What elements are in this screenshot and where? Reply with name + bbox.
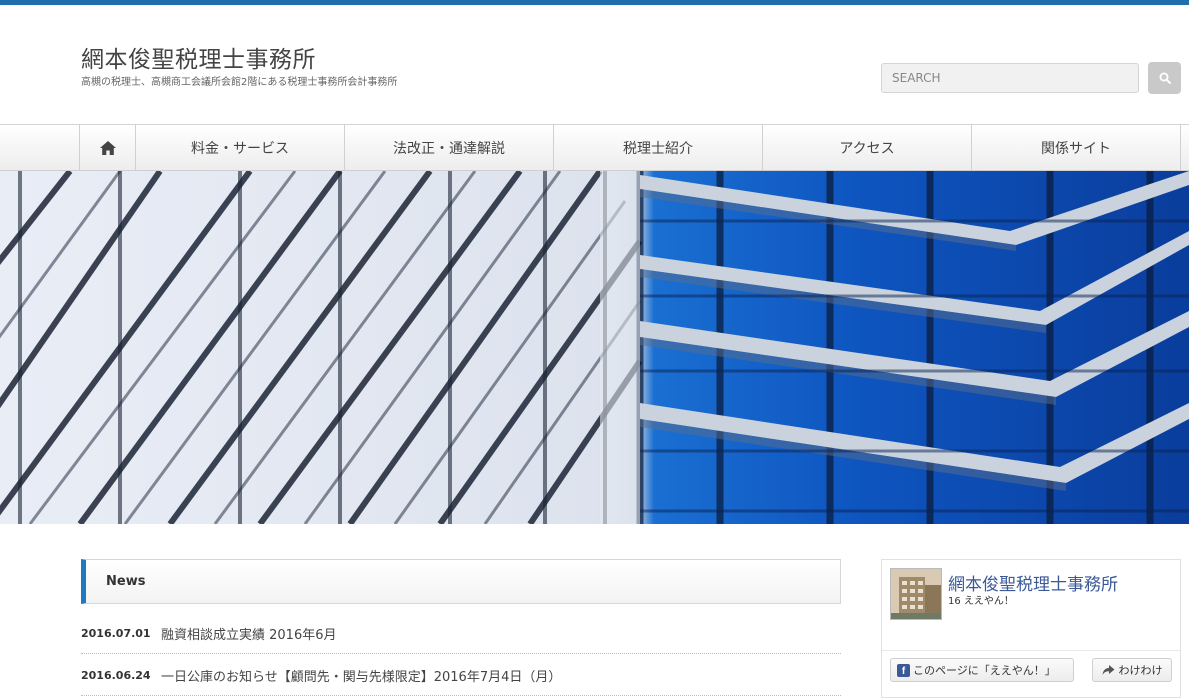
facebook-like-button[interactable]: f このページに「ええやん！」 xyxy=(890,658,1074,682)
share-arrow-icon xyxy=(1102,664,1114,675)
main-navigation: 料金・サービス 法改正・通達解説 税理士紹介 アクセス 関係サイト xyxy=(0,124,1189,171)
facebook-like-label: このページに「ええやん！」 xyxy=(913,664,1056,677)
nav-item-label: 法改正・通達解説 xyxy=(393,140,505,157)
top-accent-bar xyxy=(0,0,1189,5)
nav-item-services[interactable]: 料金・サービス xyxy=(135,125,344,170)
news-list-item[interactable]: 2016.07.01 融資相談成立実績 2016年6月 xyxy=(81,614,841,654)
news-list-item[interactable]: 2016.06.24 一日公庫のお知らせ【顧問先・関与先様限定】2016年7月4… xyxy=(81,656,841,696)
news-section-heading: News xyxy=(81,559,841,604)
news-title-link[interactable]: 融資相談成立実績 2016年6月 xyxy=(161,624,337,643)
facebook-like-count: 16 ええやん！ xyxy=(948,596,1014,607)
news-date: 2016.07.01 xyxy=(81,627,151,640)
hero-banner-image xyxy=(0,171,1189,524)
nav-home[interactable] xyxy=(79,125,135,170)
nav-item-law-updates[interactable]: 法改正・通達解説 xyxy=(344,125,553,170)
facebook-share-button[interactable]: わけわけ xyxy=(1092,658,1172,682)
site-title[interactable]: 網本俊聖税理士事務所 xyxy=(81,40,316,74)
news-title-link[interactable]: 一日公庫のお知らせ【顧問先・関与先様限定】2016年7月4日（月） xyxy=(161,666,561,685)
search-input[interactable] xyxy=(881,63,1139,93)
nav-item-label: アクセス xyxy=(839,140,895,157)
nav-item-label: 関係サイト xyxy=(1041,140,1111,157)
news-date: 2016.06.24 xyxy=(81,669,151,682)
facebook-widget-divider xyxy=(882,650,1180,651)
nav-item-profile[interactable]: 税理士紹介 xyxy=(553,125,762,170)
search-icon xyxy=(1159,72,1171,84)
facebook-page-thumbnail[interactable] xyxy=(890,568,942,620)
facebook-page-widget: 網本俊聖税理士事務所 16 ええやん！ f このページに「ええやん！」 わけわけ xyxy=(881,559,1181,698)
nav-item-label: 税理士紹介 xyxy=(623,140,693,157)
facebook-share-label: わけわけ xyxy=(1118,664,1163,677)
facebook-icon: f xyxy=(897,663,910,677)
nav-item-label: 料金・サービス xyxy=(191,140,289,157)
nav-divider xyxy=(1180,125,1181,170)
nav-item-related-sites[interactable]: 関係サイト xyxy=(971,125,1180,170)
nav-item-access[interactable]: アクセス xyxy=(762,125,971,170)
home-icon xyxy=(99,140,116,155)
site-description: 高槻の税理士、高槻商工会議所会館2階にある税理士事務所会計事務所 xyxy=(81,77,398,88)
search-button[interactable] xyxy=(1148,62,1181,94)
